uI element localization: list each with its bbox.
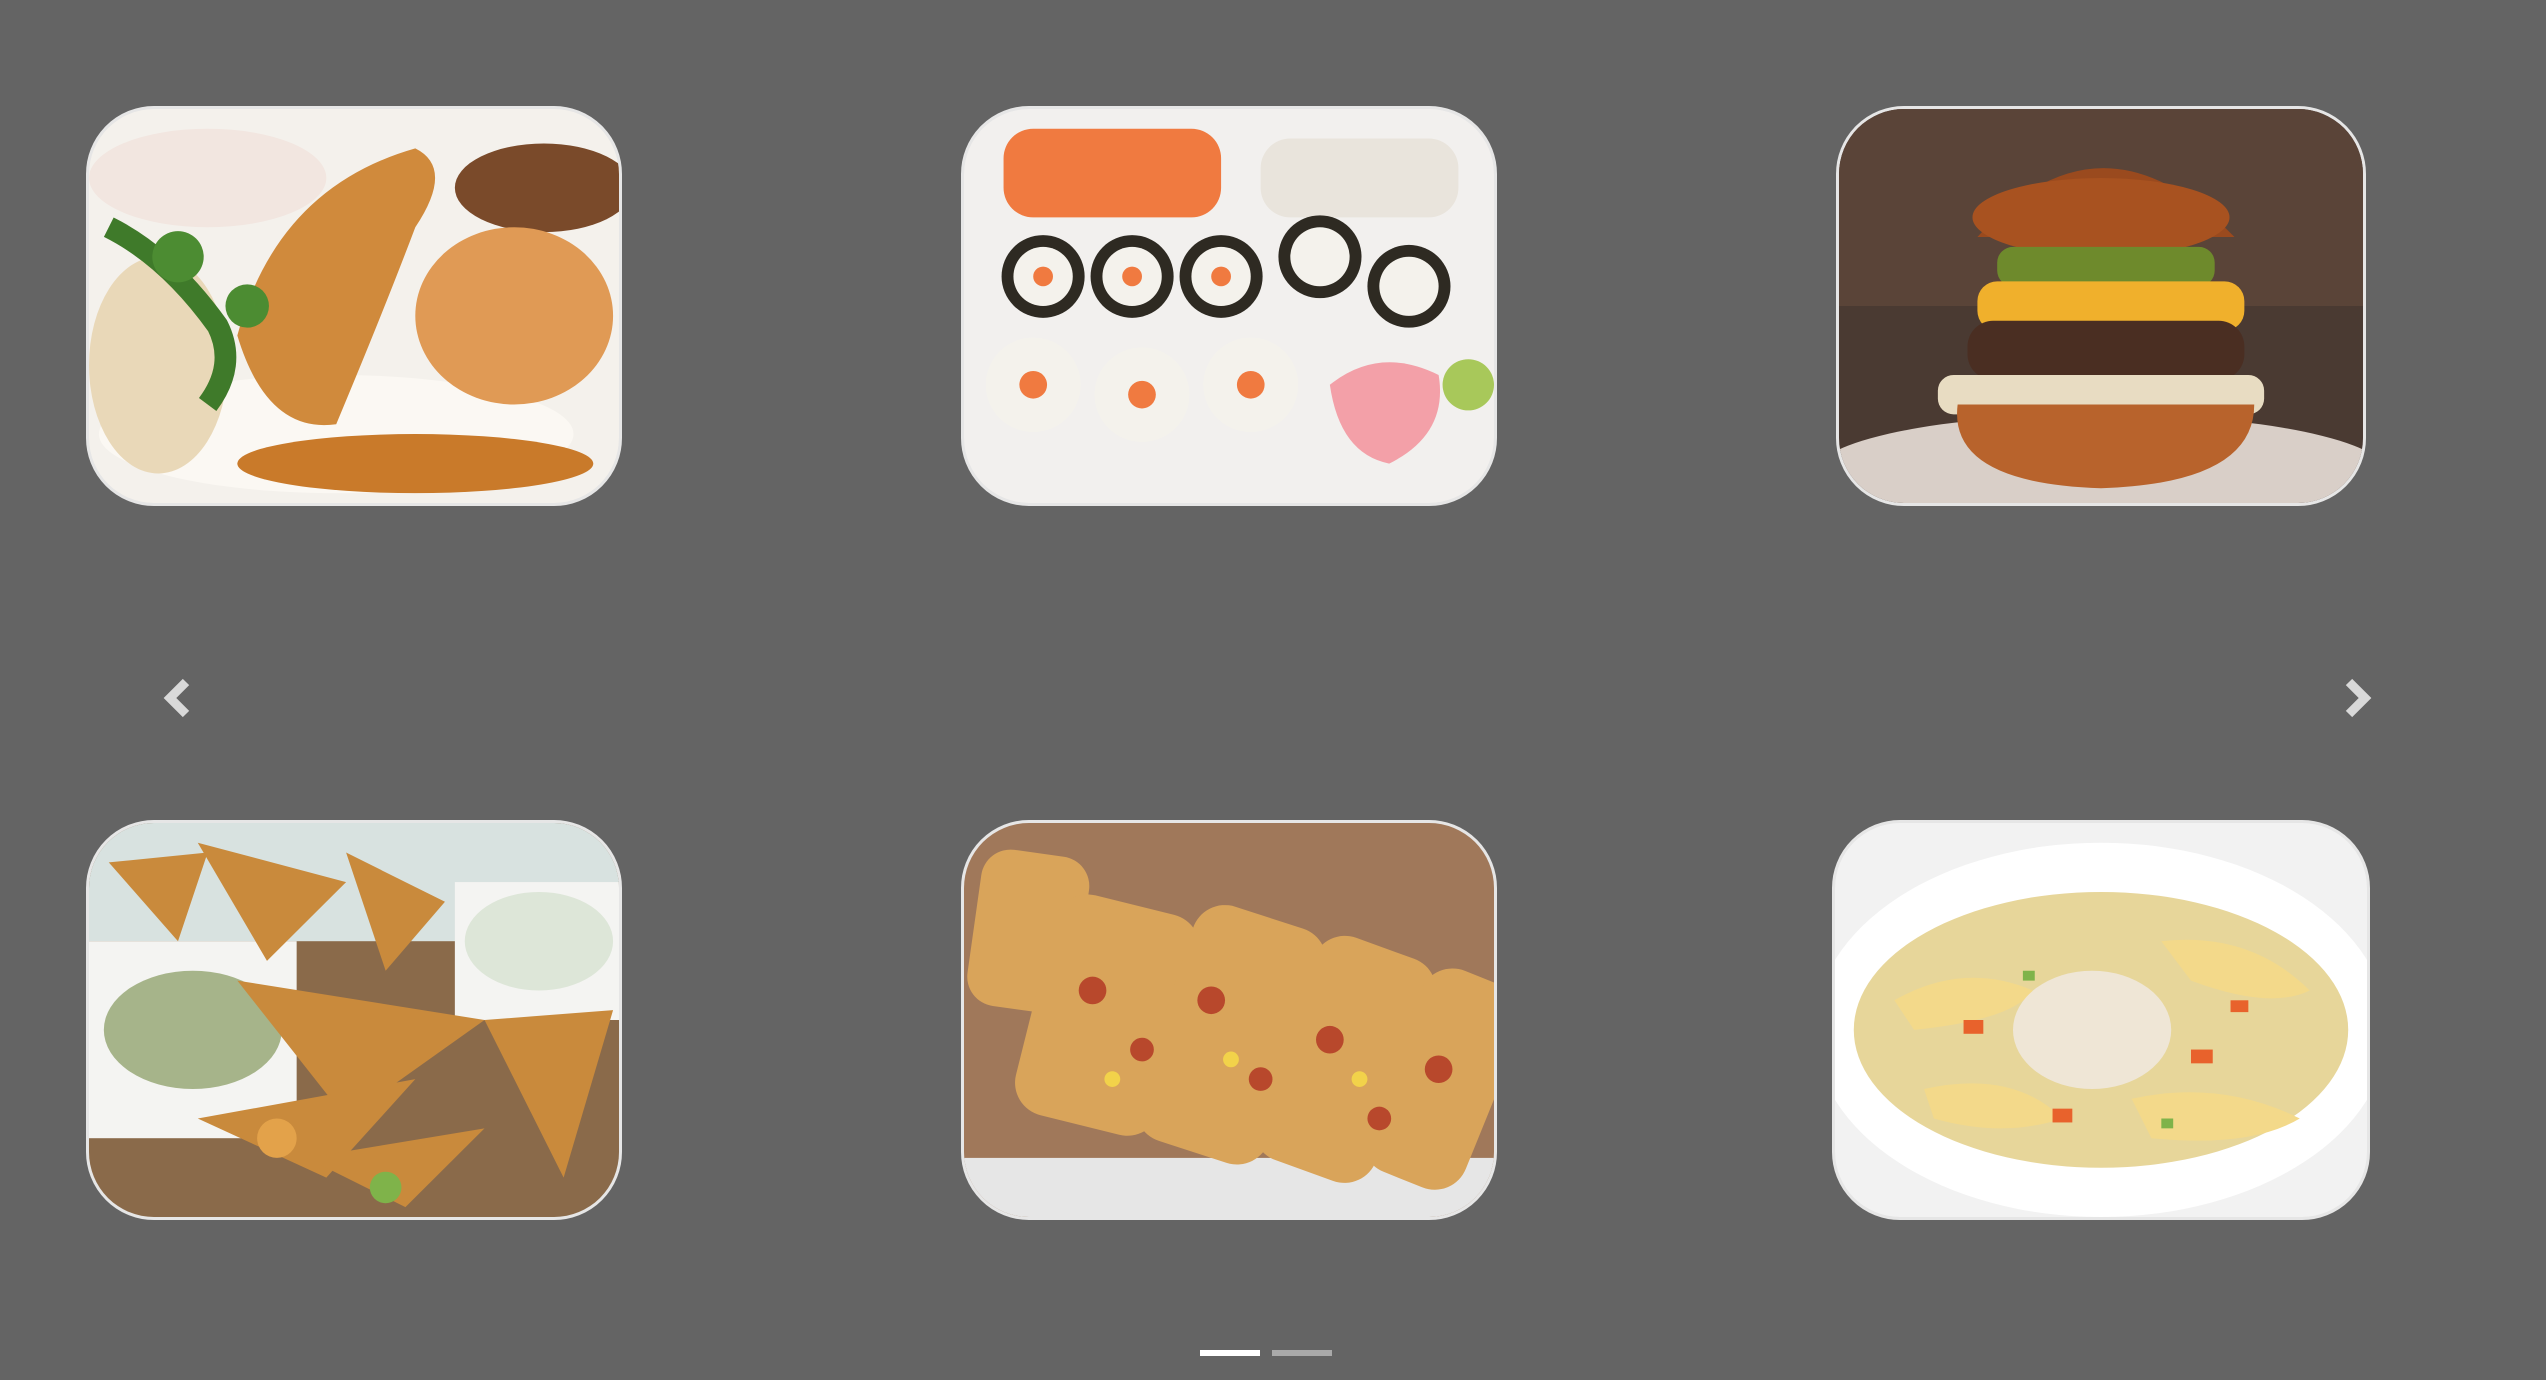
indicator-slide-2[interactable] bbox=[1272, 1350, 1332, 1356]
chicken-dish-image[interactable] bbox=[86, 106, 622, 506]
indicator-slide-1-active[interactable] bbox=[1200, 1350, 1260, 1356]
food-carousel bbox=[0, 0, 2546, 1380]
pizza-bread-image[interactable] bbox=[961, 820, 1497, 1220]
sushi-platter-image[interactable] bbox=[961, 106, 1497, 506]
chevron-left-icon bbox=[163, 678, 190, 718]
burger-image[interactable] bbox=[1836, 106, 2366, 506]
next-slide-button[interactable] bbox=[2325, 668, 2385, 728]
chevron-right-icon bbox=[2345, 678, 2372, 718]
prev-slide-button[interactable] bbox=[150, 668, 210, 728]
chicken-noodle-soup-image[interactable] bbox=[1832, 820, 2370, 1220]
samosa-image[interactable] bbox=[86, 820, 622, 1220]
